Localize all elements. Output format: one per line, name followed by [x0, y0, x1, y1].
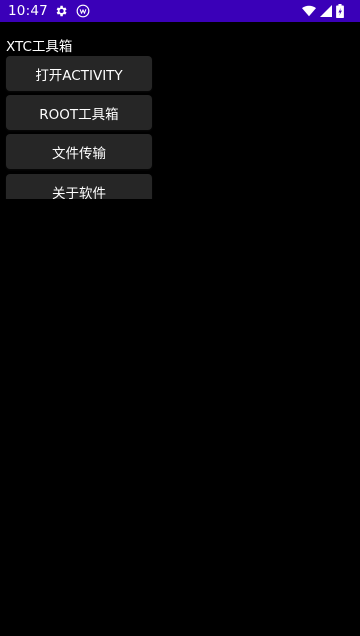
app-notification-icon — [76, 4, 90, 18]
battery-icon — [336, 4, 344, 18]
file-transfer-button[interactable]: 文件传输 — [6, 134, 152, 169]
status-right-icons — [302, 0, 344, 22]
app-content: XTC工具箱 打开ACTIVITY ROOT工具箱 文件传输 关于软件 — [0, 22, 360, 636]
gear-icon — [54, 4, 68, 18]
status-bar: 10:47 — [0, 0, 360, 22]
about-button[interactable]: 关于软件 — [6, 174, 152, 199]
wifi-icon — [302, 5, 316, 17]
status-time: 10:47 — [8, 3, 48, 19]
signal-icon — [320, 5, 332, 17]
open-activity-button[interactable]: 打开ACTIVITY — [6, 56, 152, 91]
menu-list: 打开ACTIVITY ROOT工具箱 文件传输 关于软件 — [0, 22, 360, 199]
root-toolbox-button[interactable]: ROOT工具箱 — [6, 95, 152, 130]
